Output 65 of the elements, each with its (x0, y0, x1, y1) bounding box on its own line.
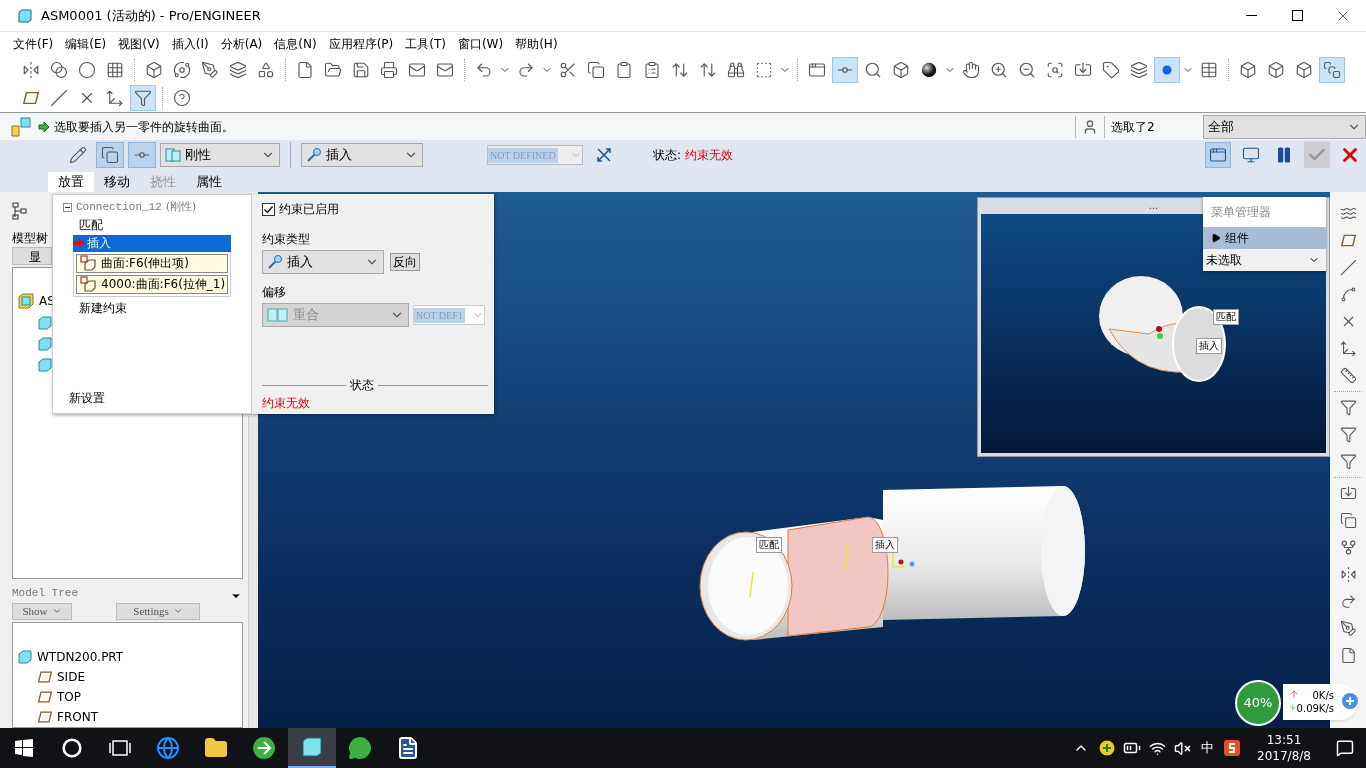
status-text: 约束无效 (685, 147, 734, 164)
menu-item[interactable]: 窗口(W) (452, 35, 509, 53)
menu-item[interactable]: 信息(N) (269, 35, 322, 53)
tree-item[interactable]: SIDE (57, 668, 85, 686)
menu-item[interactable]: 视图(V) (113, 35, 165, 53)
checkbox-label: 约束已启用 (279, 201, 339, 218)
download-speed: 0.09K/s (1296, 702, 1334, 715)
flip-button[interactable]: 反向 (390, 253, 420, 271)
settings-button[interactable]: Settings (116, 603, 200, 620)
tree-item[interactable]: TOP (57, 688, 81, 706)
panel-title: Model Tree (12, 586, 78, 602)
menu-item[interactable]: 组件 (1203, 227, 1326, 249)
field-label: 偏移 (262, 284, 287, 301)
selection-dropdown[interactable]: 未选取 (1203, 249, 1326, 271)
new-set[interactable]: 新设置 (69, 389, 251, 407)
dashboard-tab[interactable]: 移动 (94, 172, 140, 192)
window-title: ASM0001 (活动的) - Pro/ENGINEER (41, 6, 261, 25)
reference-text: 4000:曲面:F6(拉伸_1) (101, 276, 226, 293)
constraint-item[interactable]: 插入 (73, 234, 231, 252)
connection-label[interactable]: Connection_12 (76, 199, 162, 216)
clock-date: 2017/8/8 (1257, 748, 1311, 764)
clock[interactable]: 13:51 2017/8/8 (1244, 732, 1324, 764)
clock-time: 13:51 (1266, 732, 1302, 748)
menu-item[interactable]: 工具(T) (400, 35, 451, 53)
selection-count: 选取了2 (1111, 118, 1156, 136)
section-title: 状态 (349, 377, 375, 394)
constraint-label: 匹配 (1213, 309, 1239, 325)
reference-text: 曲面:F6(伸出项) (101, 255, 189, 272)
menu-item[interactable]: 编辑(E) (60, 35, 112, 53)
constraint-label: 插入 (1196, 338, 1222, 354)
reference-field[interactable]: 曲面:F6(伸出项) (76, 253, 228, 273)
filter-dropdown[interactable]: 全部 (1203, 114, 1366, 139)
offset-value: NOT DEF1 (414, 307, 465, 323)
menu-item[interactable]: 帮助(H) (510, 35, 563, 53)
menu-item[interactable]: 插入(I) (166, 35, 214, 53)
reference-field[interactable]: 4000:曲面:F6(拉伸_1) (76, 274, 228, 294)
connection-type-dropdown[interactable]: 刚性 (160, 143, 280, 167)
constraint-status: 约束无效 (262, 395, 311, 412)
dashboard-tab[interactable]: 属性 (186, 172, 232, 192)
offset-value: NOT DEFINED (488, 147, 558, 163)
ime-indicator[interactable]: 中 (1201, 738, 1214, 758)
constraint-label: 插入 (872, 537, 898, 553)
show-button[interactable]: 显 (12, 246, 52, 265)
status-label: 状态: (653, 147, 682, 164)
constraint-type-dropdown[interactable]: 插入 (262, 250, 384, 274)
menu-manager-title: 菜单管理器 (1203, 197, 1326, 227)
constraint-item[interactable]: 匹配 (73, 216, 231, 234)
constraint-type-dropdown[interactable]: 插入 (301, 143, 423, 167)
message-text: 选取要插入另一零件的旋转曲面。 (54, 118, 234, 136)
tree-item[interactable]: FRONT (57, 708, 98, 726)
show-button[interactable]: Show (12, 603, 72, 620)
new-constraint[interactable]: 新建约束 (79, 298, 251, 317)
menu-item[interactable]: 文件(F) (8, 35, 59, 53)
dropdown-value: 未选取 (1206, 252, 1243, 269)
tree-item[interactable]: WTDN200.PRT (37, 648, 124, 666)
dashboard-tab[interactable]: 放置 (48, 172, 94, 192)
field-label: 约束类型 (262, 231, 311, 248)
menu-item[interactable]: 分析(A) (215, 35, 268, 53)
connection-type: (刚性) (165, 199, 197, 215)
window-title: ... (1148, 201, 1159, 211)
memory-percent: 40% (1243, 694, 1273, 713)
menu-item[interactable]: 应用程序(P) (323, 35, 399, 53)
constraint-label: 匹配 (756, 537, 782, 553)
tree-tab-label: 模型树 (12, 230, 48, 245)
upload-speed: 0K/s (1312, 689, 1334, 702)
